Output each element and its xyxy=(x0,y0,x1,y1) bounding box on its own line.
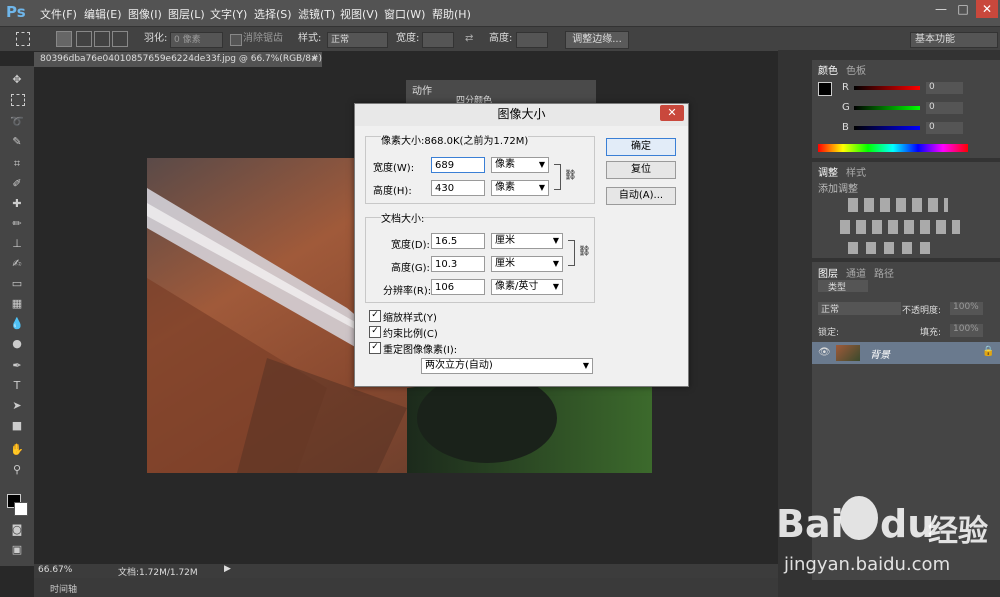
resolution-unit-select[interactable]: 像素/英寸 ▼ xyxy=(491,279,563,295)
auto-button[interactable]: 自动(A)... xyxy=(606,187,676,205)
pixel-link-icon: ⛓ xyxy=(564,170,577,181)
doc-width-unit-text: 厘米 xyxy=(495,235,515,246)
doc-height-input[interactable]: 10.3 xyxy=(431,256,485,272)
watermark-brand2: du xyxy=(880,502,935,546)
doc-width-label: 宽度(D): xyxy=(391,240,430,251)
scale-styles-label: 缩放样式(Y) xyxy=(383,313,437,324)
resample-method-select[interactable]: 两次立方(自动) ▼ xyxy=(421,358,593,374)
baidu-watermark: Bai du 经验 jingyan.baidu.com xyxy=(770,492,990,592)
watermark-paw-icon xyxy=(840,496,878,540)
doc-height-unit-text: 厘米 xyxy=(495,258,515,269)
doc-size-label: 文档大小: xyxy=(381,210,425,225)
doc-width-unit-select[interactable]: 厘米 ▼ xyxy=(491,233,563,249)
height-label: 高度(H): xyxy=(373,186,412,197)
doc-height-label: 高度(G): xyxy=(391,263,430,274)
pixel-link-bracket xyxy=(554,164,561,190)
doc-height-unit-select[interactable]: 厘米 ▼ xyxy=(491,256,563,272)
resolution-label: 分辨率(R): xyxy=(383,286,432,297)
resample-label: 重定图像像素(I): xyxy=(383,345,458,356)
constrain-label: 约束比例(C) xyxy=(383,329,438,340)
watermark-url: jingyan.baidu.com xyxy=(784,554,951,575)
width-unit-select[interactable]: 像素 ▼ xyxy=(491,157,549,173)
ok-button[interactable]: 确定 xyxy=(606,138,676,156)
reset-button[interactable]: 复位 xyxy=(606,161,676,179)
dialog-title: 图像大小 xyxy=(355,104,688,126)
doc-link-bracket xyxy=(568,240,575,266)
width-label: 宽度(W): xyxy=(373,163,415,174)
resolution-unit-text: 像素/英寸 xyxy=(495,281,539,292)
height-unit-text: 像素 xyxy=(495,182,515,193)
resample-method-text: 两次立方(自动) xyxy=(425,360,493,371)
doc-link-icon: ⛓ xyxy=(578,246,591,257)
scale-styles-checkbox[interactable]: ✓ xyxy=(369,310,381,322)
image-size-dialog: 图像大小 ✕ 像素大小:868.0K(之前为1.72M) 宽度(W): 689 … xyxy=(354,103,689,387)
constrain-checkbox[interactable]: ✓ xyxy=(369,326,381,338)
width-unit-text: 像素 xyxy=(495,159,515,170)
watermark-brand: Bai xyxy=(776,502,844,546)
resolution-input[interactable]: 106 xyxy=(431,279,485,295)
height-input[interactable]: 430 xyxy=(431,180,485,196)
pixel-dims-label: 像素大小:868.0K(之前为1.72M) xyxy=(381,132,529,147)
resample-checkbox[interactable]: ✓ xyxy=(369,342,381,354)
width-input[interactable]: 689 xyxy=(431,157,485,173)
doc-width-input[interactable]: 16.5 xyxy=(431,233,485,249)
dialog-close-button[interactable]: ✕ xyxy=(660,105,684,121)
height-unit-select[interactable]: 像素 ▼ xyxy=(491,180,549,196)
watermark-cn: 经验 xyxy=(928,514,988,549)
